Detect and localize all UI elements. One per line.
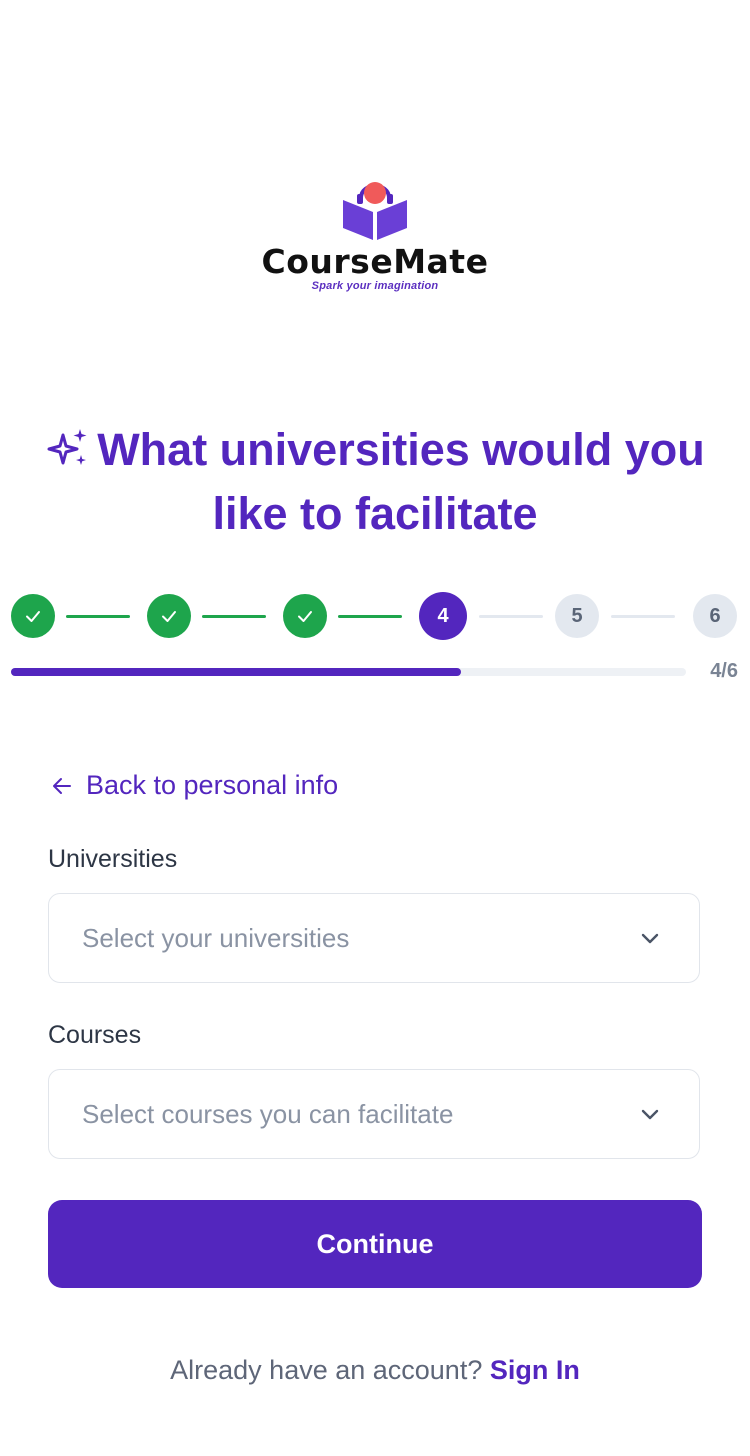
universities-label: Universities xyxy=(48,845,178,873)
step-5: 5 xyxy=(555,594,599,638)
page-title-text: What universities would you like to faci… xyxy=(97,424,705,539)
back-to-personal-info-link[interactable]: Back to personal info xyxy=(50,770,338,801)
back-link-label: Back to personal info xyxy=(86,770,339,800)
check-icon xyxy=(298,611,312,622)
step-connector xyxy=(338,615,402,618)
step-1 xyxy=(11,594,55,638)
brand-name: CourseMate xyxy=(261,242,489,281)
step-connector xyxy=(66,615,130,618)
courses-placeholder: Select courses you can facilitate xyxy=(82,1098,454,1129)
progress-fill xyxy=(11,668,462,676)
chevron-down-icon xyxy=(641,1109,659,1120)
step-2 xyxy=(147,594,191,638)
logo-icon xyxy=(343,182,407,240)
arrow-left-icon xyxy=(53,777,71,794)
courses-label: Courses xyxy=(48,1021,142,1049)
page-title: What universities would you like to faci… xyxy=(40,418,710,546)
universities-select[interactable]: Select your universities xyxy=(48,893,700,983)
step-connector xyxy=(479,615,543,618)
signin-prompt-text: Already have an account? xyxy=(170,1355,483,1385)
step-connector xyxy=(611,615,675,618)
sign-in-link[interactable]: Sign In xyxy=(490,1355,580,1385)
brand-tagline: Spark your imagination xyxy=(311,280,439,292)
universities-placeholder: Select your universities xyxy=(82,922,350,953)
check-icon xyxy=(26,611,40,622)
step-indicator: 4 5 6 xyxy=(0,592,750,640)
step-4: 4 xyxy=(419,592,467,640)
continue-button[interactable]: Continue xyxy=(48,1200,702,1288)
brand-logo: CourseMate Spark your imagination xyxy=(0,170,750,292)
sparkles-icon xyxy=(47,429,87,465)
chevron-down-icon xyxy=(641,933,659,944)
courses-select[interactable]: Select courses you can facilitate xyxy=(48,1069,700,1159)
step-3 xyxy=(283,594,327,638)
signin-prompt: Already have an account? Sign In xyxy=(0,1355,750,1386)
step-connector xyxy=(202,615,266,618)
progress-bar xyxy=(11,668,686,676)
progress-label: 4/6 xyxy=(710,660,738,682)
check-icon xyxy=(162,611,176,622)
step-6: 6 xyxy=(693,594,737,638)
